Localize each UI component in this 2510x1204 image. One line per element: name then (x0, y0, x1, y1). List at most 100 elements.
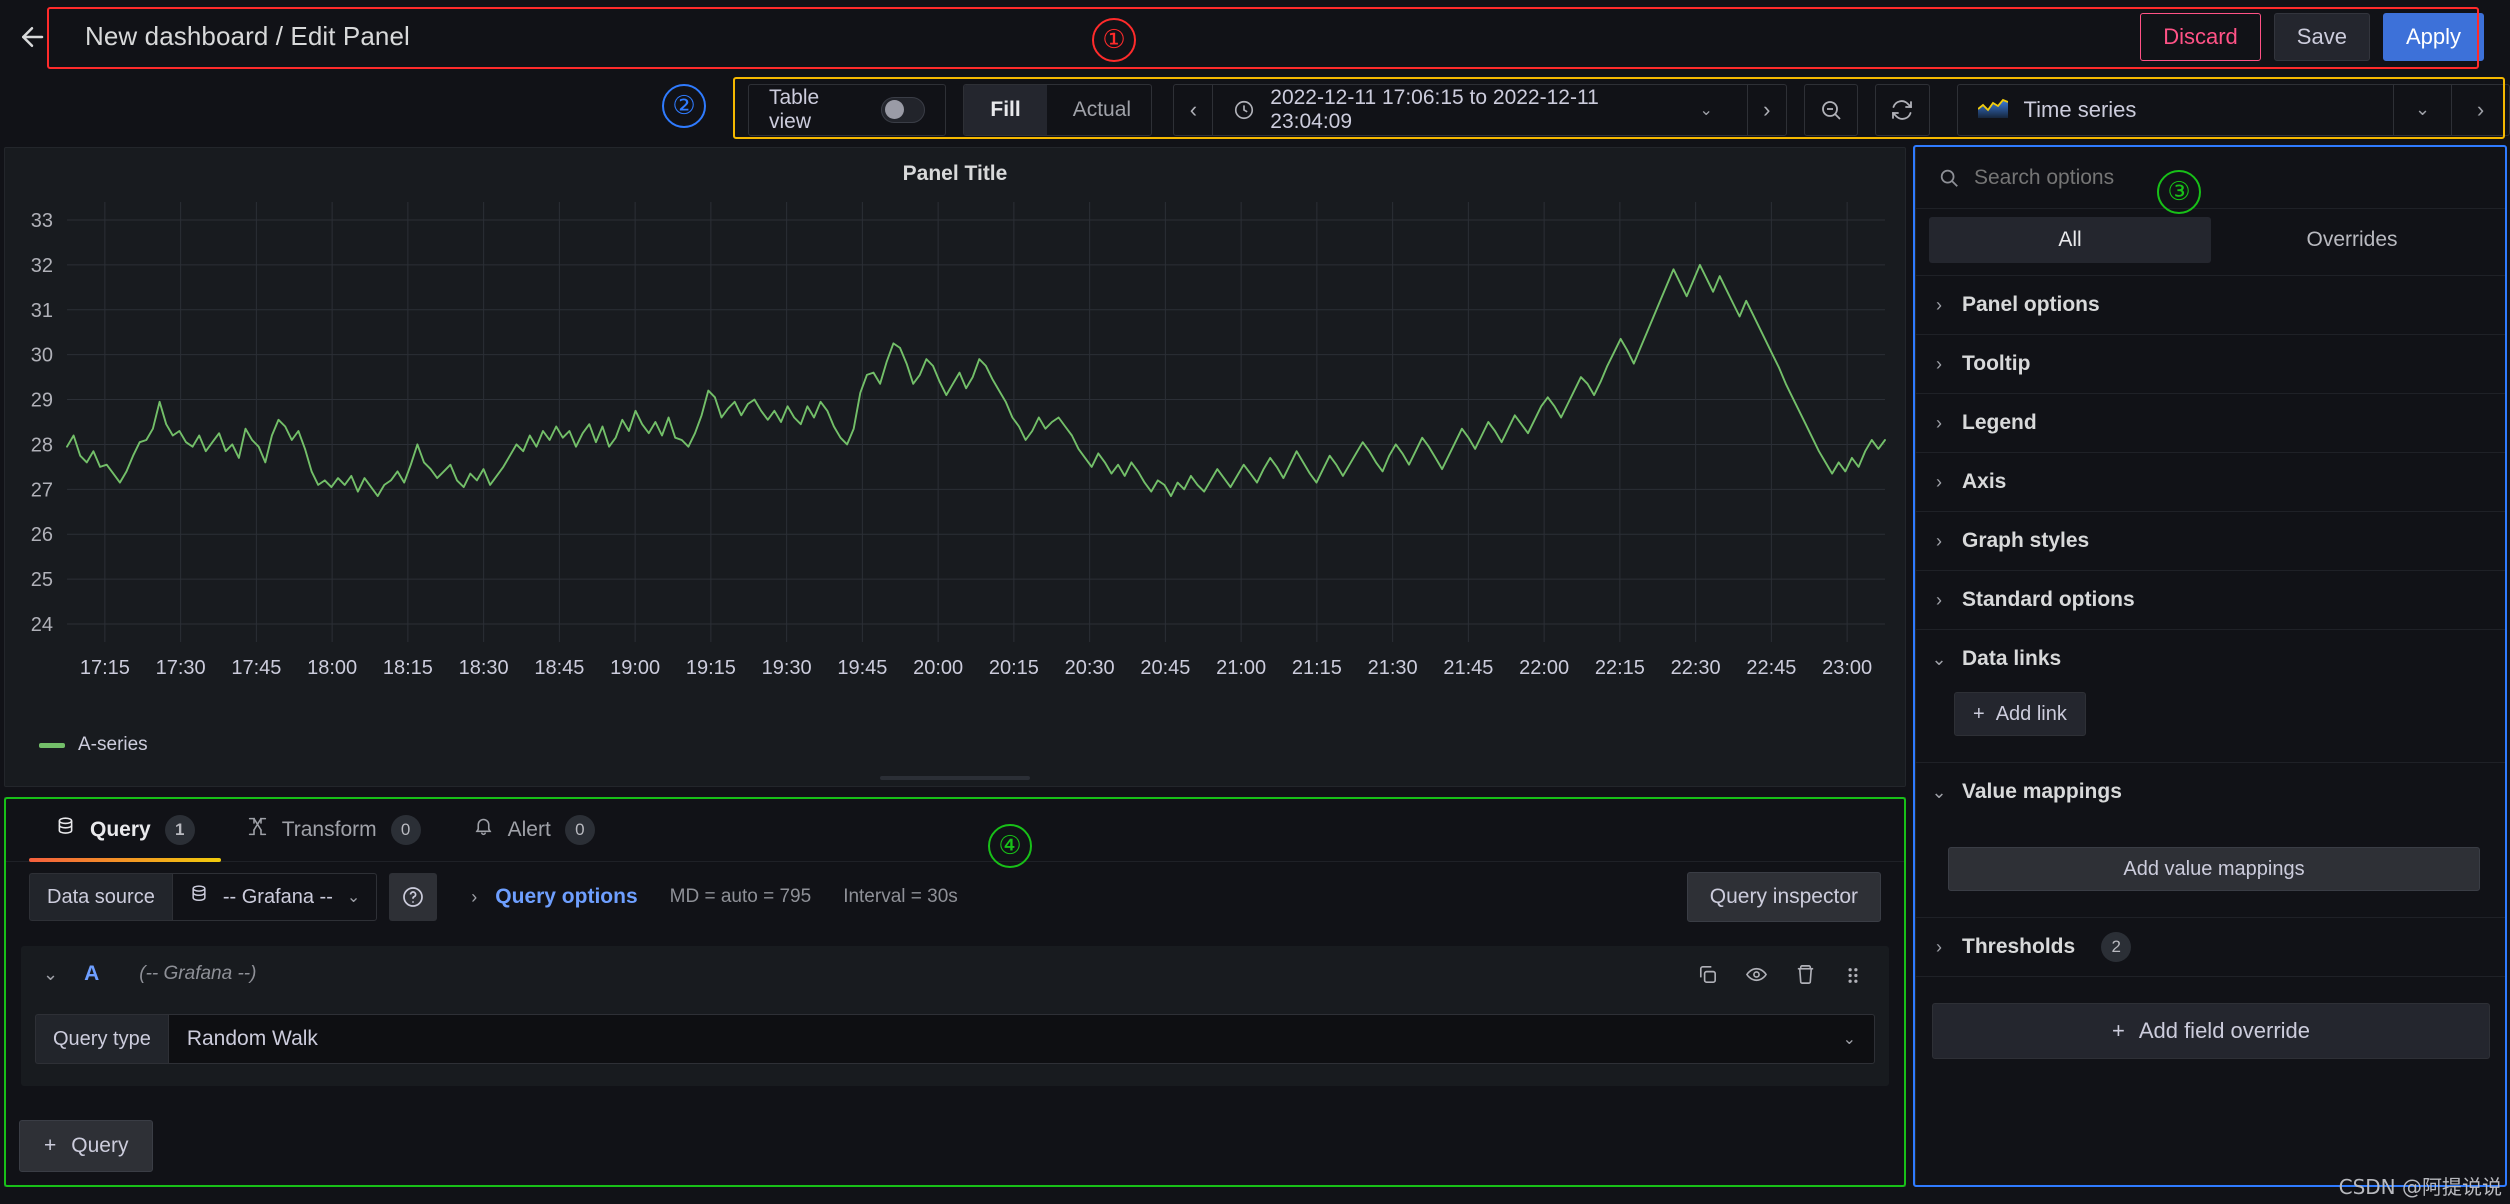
clock-icon (1233, 99, 1255, 121)
data-source-help-button[interactable] (389, 873, 438, 921)
query-row-header: ⌄ A (-- Grafana --) (21, 946, 1889, 1002)
svg-text:19:00: 19:00 (610, 657, 660, 679)
max-data-points-text: MD = auto = 795 (669, 886, 812, 907)
svg-text:21:45: 21:45 (1443, 657, 1493, 679)
chevron-right-icon[interactable]: › (2451, 84, 2509, 135)
option-label: Data links (1962, 647, 2062, 670)
discard-button[interactable]: Discard (2140, 12, 2261, 61)
database-icon (55, 816, 76, 843)
svg-text:22:15: 22:15 (1595, 657, 1645, 679)
visualization-panel: Panel Title 24 25 26 27 28 29 30 31 32 33 17:15 17:… (4, 147, 1906, 787)
data-source-value: -- Grafana -- (222, 885, 333, 908)
time-series-chart[interactable]: 24 25 26 27 28 29 30 31 32 33 17:15 17:30 17:45 18:00… (5, 194, 1905, 734)
zoom-out-button[interactable] (1803, 83, 1859, 136)
query-inspector-button[interactable]: Query inspector (1686, 872, 1881, 922)
copy-icon[interactable] (1696, 963, 1719, 986)
visualization-select[interactable]: Time series (1958, 96, 2393, 124)
fill-option[interactable]: Fill (964, 84, 1047, 135)
time-range-button[interactable]: 2022-12-11 17:06:15 to 2022-12-11 23:04:… (1213, 85, 1747, 135)
option-section-axis: › Axis (1916, 453, 2506, 512)
add-value-mappings-button[interactable]: Add value mappings (1948, 847, 2480, 891)
tab-transform[interactable]: Transform 0 (221, 798, 447, 861)
option-section-legend: › Legend (1916, 394, 2506, 453)
chevron-down-icon[interactable]: ⌄ (35, 964, 66, 985)
drag-handle-icon[interactable] (1843, 963, 1863, 986)
tab-query-label: Query (90, 817, 151, 841)
query-ref-id[interactable]: A (84, 962, 99, 986)
svg-text:22:00: 22:00 (1519, 657, 1569, 679)
legend-color-swatch (39, 742, 65, 748)
chevron-right-icon: › (1936, 353, 1942, 374)
panel-title: Panel Title (902, 162, 1008, 185)
table-view-toggle[interactable]: Table view (748, 83, 947, 136)
svg-text:18:15: 18:15 (383, 657, 433, 679)
option-header[interactable]: › Panel options (1932, 276, 2490, 334)
svg-text:26: 26 (31, 524, 53, 546)
refresh-icon (1892, 99, 1913, 120)
back-button[interactable] (0, 0, 64, 73)
svg-text:30: 30 (31, 345, 53, 367)
interval-text: Interval = 30s (843, 886, 958, 907)
option-label: Thresholds (1962, 935, 2076, 958)
query-options-link[interactable]: Query options (495, 885, 637, 909)
option-header[interactable]: ⌄ Data links (1931, 630, 2490, 688)
actual-option[interactable]: Actual (1047, 85, 1152, 135)
chevron-right-icon: › (1936, 412, 1942, 433)
add-field-override-button[interactable]: + Add field override (1932, 1003, 2490, 1059)
option-header[interactable]: › Graph styles (1932, 512, 2490, 570)
time-range-next-button[interactable]: › (1746, 84, 1786, 135)
chevron-down-icon[interactable]: ⌄ (1685, 100, 1726, 120)
query-options-row: › Query options MD = auto = 795 Interval… (471, 885, 958, 909)
option-section-value-mappings: ⌄ Value mappings Add value mappings (1916, 763, 2506, 918)
time-range-text: 2022-12-11 17:06:15 to 2022-12-11 23:04:… (1270, 85, 1599, 133)
query-type-select[interactable]: Random Walk ⌄ (167, 1014, 1875, 1064)
option-header[interactable]: › Tooltip (1932, 335, 2490, 393)
query-type-value: Random Walk (186, 1027, 318, 1050)
chevron-down-icon: ⌄ (1842, 1031, 1856, 1048)
option-section-panel-options: › Panel options (1916, 276, 2506, 335)
eye-icon[interactable] (1745, 963, 1768, 986)
svg-text:19:15: 19:15 (686, 657, 736, 679)
option-label: Standard options (1962, 588, 2135, 611)
query-type-label: Query type (35, 1014, 168, 1064)
option-header[interactable]: › Axis (1932, 453, 2490, 511)
svg-text:24: 24 (31, 614, 53, 636)
svg-text:17:45: 17:45 (231, 657, 281, 679)
query-pane: Query 1 Transform 0 Alert 0 Data source (4, 797, 1906, 1187)
time-range-prev-button[interactable]: ‹ (1174, 84, 1214, 135)
svg-text:18:45: 18:45 (534, 657, 584, 679)
add-link-button[interactable]: + Add link (1954, 692, 2086, 736)
option-header[interactable]: › Legend (1932, 394, 2490, 452)
option-header[interactable]: › Thresholds 2 (1932, 918, 2490, 976)
refresh-button[interactable] (1875, 83, 1930, 136)
top-bar-actions: Discard Save Apply (2140, 12, 2510, 61)
tab-all[interactable]: All (1929, 217, 2211, 263)
chevron-down-icon[interactable]: ⌄ (2393, 84, 2451, 135)
trash-icon[interactable] (1794, 963, 1817, 986)
save-button[interactable]: Save (2273, 12, 2370, 61)
tab-overrides[interactable]: Overrides (2211, 217, 2493, 263)
bell-icon (473, 816, 494, 843)
add-query-button[interactable]: + Query (19, 1120, 154, 1172)
chevron-right-icon[interactable]: › (471, 887, 477, 908)
search-input[interactable] (1974, 165, 2274, 190)
tab-alert-count: 0 (564, 814, 595, 845)
option-header[interactable]: › Standard options (1932, 571, 2490, 629)
search-icon (1940, 169, 1958, 187)
apply-button[interactable]: Apply (2382, 12, 2484, 61)
time-range-picker: ‹ 2022-12-11 17:06:15 to 2022-12-11 23:0… (1173, 83, 1787, 136)
tab-query[interactable]: Query 1 (29, 798, 221, 862)
chart-legend[interactable]: A-series (39, 734, 148, 756)
tab-alert[interactable]: Alert 0 (447, 798, 621, 861)
panel-resize-handle[interactable] (880, 776, 1030, 780)
svg-text:29: 29 (31, 390, 53, 412)
arrow-left-icon (22, 26, 44, 47)
option-header[interactable]: ⌄ Value mappings (1931, 763, 2490, 821)
chevron-right-icon: › (1936, 589, 1942, 610)
plus-icon: + (1973, 702, 1985, 725)
svg-text:23:00: 23:00 (1822, 657, 1872, 679)
option-section-tooltip: › Tooltip (1916, 335, 2506, 394)
svg-text:25: 25 (31, 569, 53, 591)
table-view-switch[interactable] (880, 96, 926, 123)
data-source-select[interactable]: -- Grafana -- ⌄ (171, 873, 378, 921)
